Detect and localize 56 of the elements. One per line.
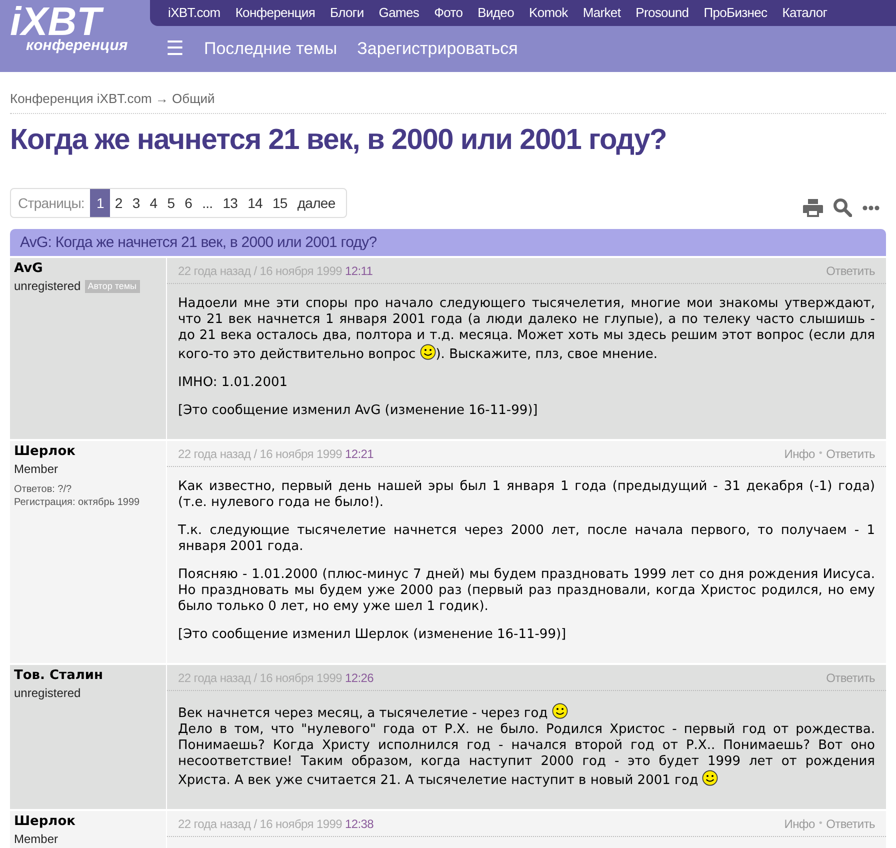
separator-dot: • <box>818 817 822 832</box>
breadcrumb[interactable]: Конференция iXBT.com → Общий <box>10 91 215 106</box>
author-name[interactable]: Тов. Сталин <box>14 668 103 684</box>
post-text: [Это сообщение изменил AvG (изменение 16-11-99)] <box>178 403 539 420</box>
page-link[interactable]: 2 <box>110 189 128 218</box>
page-link[interactable]: 6 <box>180 189 198 218</box>
post-text: Надоели мне эти споры про начало следующего тысячелетия, многие мои знакомы утверждают, что 21 век начнется 1 января 2001 года (а люди далеко не глупые), а по телеку часто слышишь - до 21 века осталось два, полтора и т.д. месяца. Может хоть мы здесь решим этот вопрос (если для кого-то это действительно вопрос ). Выскажите, плз, свое мнение. <box>178 296 875 364</box>
post-text: Век начнется через месяц, а тысячелетие - через год Дело в том, что "нулевого" года от Р.Х. не было. Родился Христос - первый год от рождества. Понимаешь? Когда Христу исполнился год - начался второй год от Р.Х.. Понимаешь? Вот оно несоответствие! Таким образом, когда наступит 2000 год - это будет 1999 лет от рождения Христа. А век уже считается 21. А тысячелетие наступит в новый 2001 год <box>178 703 875 790</box>
smiley-icon <box>702 770 718 786</box>
post-text: Т.к. следующие тысячелетие начнется через 2000 лет, после начала первого, то получаем - 1 января 2001 года. <box>178 523 875 556</box>
page-link[interactable]: 5 <box>162 189 180 218</box>
author-role: unregistered <box>14 685 81 702</box>
thread-title: Когда же начнется 21 век, в 2000 или 2001 году? <box>10 123 668 158</box>
page-link[interactable]: ... <box>197 189 218 218</box>
top-nav-link[interactable]: Komok <box>529 3 568 23</box>
author-role: unregistered <box>14 278 81 296</box>
top-nav-link[interactable]: Видео <box>478 3 514 23</box>
author-name[interactable]: AvG <box>14 261 43 278</box>
search-icon[interactable] <box>833 198 852 218</box>
top-nav-link[interactable]: Каталог <box>782 3 828 23</box>
page-link[interactable]: 15 <box>267 189 292 218</box>
author-stat: Ответов: ?/? <box>14 483 73 496</box>
logo-subtitle: конференция <box>26 38 128 53</box>
print-icon[interactable] <box>803 198 823 217</box>
post-text: [Это сообщение изменил Шерлок (изменение 16-11-99)] <box>178 627 568 644</box>
top-nav-link[interactable]: Блоги <box>330 3 364 23</box>
post-text: Как известно, первый день нашей эры был 1 января 1 года (предыдущий - 31 декабря (-1) года) (т.е. нулевого года не было!). <box>178 479 875 512</box>
pagination-label: Страницы: <box>18 194 84 213</box>
smiley-icon <box>552 703 568 720</box>
top-nav-link[interactable]: Market <box>582 3 621 23</box>
author-role: Member <box>14 831 58 848</box>
author-stat: Регистрация: октябрь 1999 <box>14 496 141 510</box>
post-date: 22 года назад / 16 ноября 1999 12:38 <box>178 816 374 833</box>
top-nav-link[interactable]: iXBT.com <box>168 3 220 23</box>
page-link[interactable]: далее <box>292 189 340 218</box>
top-nav-link[interactable]: Конференция <box>235 3 316 23</box>
page-link[interactable]: 13 <box>218 189 243 218</box>
author-tag: Автор темы <box>84 280 140 293</box>
post-date: 22 года назад / 16 ноября 1999 12:21 <box>178 446 374 463</box>
author-role: Member <box>14 461 58 478</box>
top-nav-link[interactable]: Фото <box>434 3 463 23</box>
separator-dot: • <box>818 447 822 462</box>
top-nav-link[interactable]: ПроБизнес <box>704 3 768 23</box>
top-nav-link[interactable]: Prosound <box>636 3 689 23</box>
thread-header-title: AvG: Когда же начнется 21 век, в 2000 или 2001 году? <box>20 232 377 252</box>
page-link[interactable]: 3 <box>127 189 145 218</box>
page-link[interactable]: 14 <box>242 189 268 218</box>
post-text: IMHO: 1.01.2001 <box>178 375 289 392</box>
author-name[interactable]: Шерлок <box>14 814 76 830</box>
post-text: Поясняю - 1.01.2000 (плюс-минус 7 дней) мы будем праздновать 1999 лет со дня рождения Иисуса. Но праздновать мы будем уже 2000 раз (первый раз праздновали, когда Христос родился, но ему было только 0 лет, но ему уже шел 1 годик). <box>178 567 875 616</box>
author-name[interactable]: Шерлок <box>14 444 76 460</box>
top-nav-link[interactable]: Games <box>378 3 420 23</box>
page-link[interactable]: 4 <box>144 189 162 218</box>
smiley-icon <box>420 344 436 360</box>
more-icon[interactable] <box>862 204 880 211</box>
page-link[interactable]: 1 <box>90 189 110 218</box>
